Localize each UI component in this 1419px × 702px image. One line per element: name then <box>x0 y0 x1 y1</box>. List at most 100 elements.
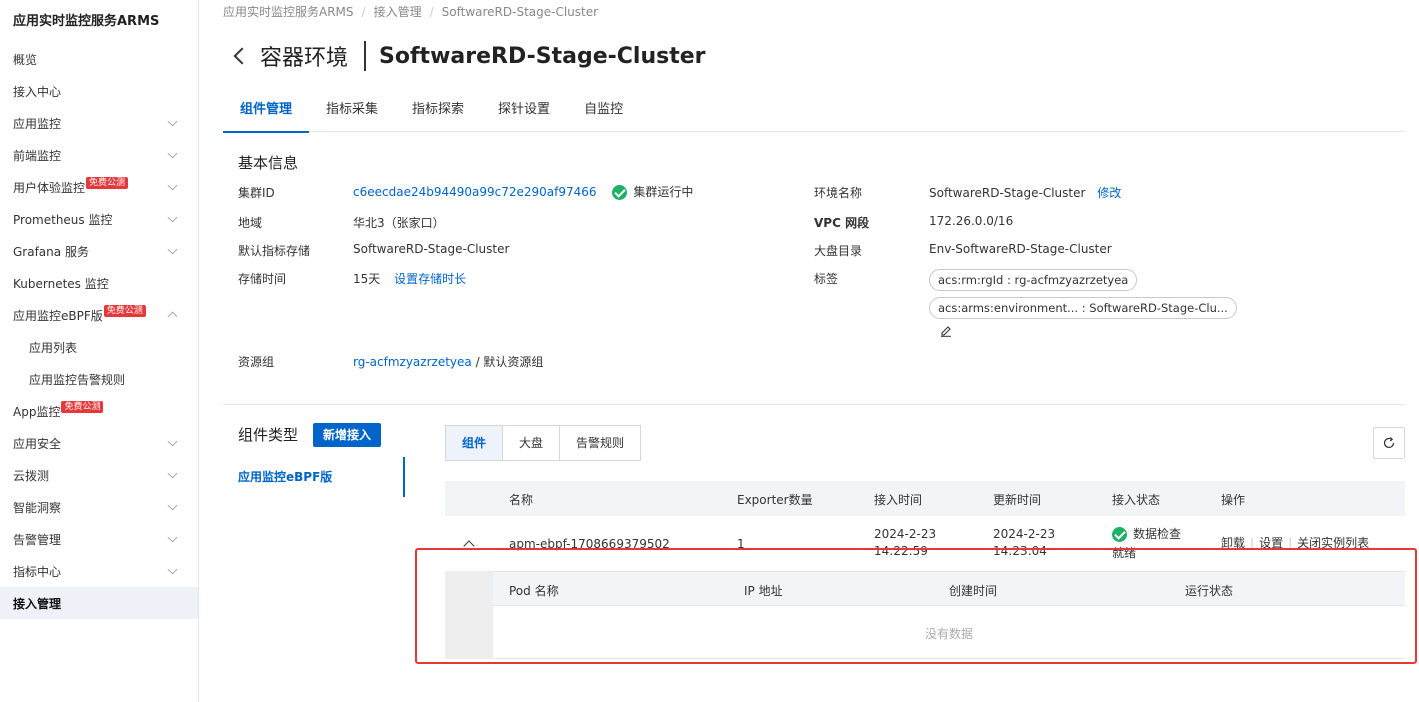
sidebar-item[interactable]: Prometheus 监控 <box>0 203 198 235</box>
uninstall-link[interactable]: 卸载 <box>1221 536 1245 550</box>
sidebar-item[interactable]: 用户体验监控 免费公测 <box>0 171 198 203</box>
sidebar-item-label: 告警管理 <box>13 532 62 547</box>
default-storage-label: 默认指标存储 <box>238 244 311 258</box>
chevron-down-icon <box>167 500 178 511</box>
tags-label: 标签 <box>814 272 839 286</box>
col-access-status: 接入状态 <box>1112 493 1161 507</box>
close-instance-list-link[interactable]: 关闭实例列表 <box>1297 536 1369 550</box>
nav-item-ebpf[interactable]: 应用监控eBPF版 <box>238 468 332 485</box>
sidebar-item[interactable]: 指标中心 <box>0 555 198 587</box>
segment-alert-rules[interactable]: 告警规则 <box>560 426 641 460</box>
sidebar-item-label: 应用监控eBPF版 <box>13 308 103 323</box>
cluster-title: SoftwareRD-Stage-Cluster <box>379 43 706 69</box>
sidebar-item[interactable]: 概览 <box>0 43 198 75</box>
segment-dashboard[interactable]: 大盘 <box>503 426 561 460</box>
check-circle-icon <box>612 185 628 200</box>
default-storage-link[interactable]: SoftwareRD-Stage-Cluster <box>353 242 509 256</box>
table-row: apm-ebpf-1708669379502 1 2024-2-23 14:22… <box>509 527 1370 560</box>
sidebar-item[interactable]: 告警管理 <box>0 523 198 555</box>
sub-table-gutter <box>445 571 493 659</box>
tab-metric-collection[interactable]: 指标采集 <box>309 94 395 132</box>
table-header: 名称 Exporter数量 接入时间 更新时间 接入状态 操作 <box>445 481 1405 516</box>
basic-info-title: 基本信息 <box>238 154 299 172</box>
empty-state: 没有数据 <box>924 627 973 641</box>
chevron-down-icon <box>167 148 178 159</box>
tab-metric-explore[interactable]: 指标探索 <box>395 94 481 132</box>
col-access-time: 接入时间 <box>874 493 923 507</box>
refresh-icon <box>1383 437 1395 449</box>
sidebar-item[interactable]: 应用监控eBPF版 免费公测 <box>0 299 198 331</box>
region-value: 华北3（张家口） <box>353 216 445 230</box>
sidebar-item[interactable]: 应用监控 <box>0 107 198 139</box>
chevron-down-icon <box>167 212 178 223</box>
dashboard-link[interactable]: Env-SoftwareRD-Stage-Cluster <box>929 242 1112 256</box>
sidebar-item-label: 指标中心 <box>13 564 62 579</box>
page-title: 容器环境 <box>260 46 349 71</box>
cluster-id-link[interactable]: c6eecdae24b94490a99c72e290af97466 <box>353 185 597 199</box>
sidebar-item[interactable]: 前端监控 <box>0 139 198 171</box>
sidebar-item[interactable]: 云拨测 <box>0 459 198 491</box>
title-divider <box>364 41 367 71</box>
sidebar-item-label: 云拨测 <box>13 468 50 483</box>
section-divider <box>223 404 1405 405</box>
sidebar-item-label: 应用监控 <box>13 116 62 131</box>
env-name-label: 环境名称 <box>814 186 863 200</box>
sub-table-body: 没有数据 <box>493 606 1405 659</box>
row-update-time: 14:23:04 <box>993 544 1047 558</box>
sidebar-item[interactable]: 应用安全 <box>0 427 198 459</box>
settings-link[interactable]: 设置 <box>1259 536 1283 550</box>
tab-component-management[interactable]: 组件管理 <box>223 94 310 133</box>
row-status-line1: 数据检查 <box>1133 527 1182 541</box>
sidebar-item[interactable]: 应用列表 <box>0 331 198 363</box>
sidebar-item-label: 用户体验监控 <box>13 180 86 195</box>
component-type-title: 组件类型 <box>238 426 299 444</box>
sidebar-item-label: Prometheus 监控 <box>13 212 113 227</box>
sidebar-item[interactable]: 接入管理 <box>0 587 198 619</box>
breadcrumb: 应用实时监控服务ARMS / 接入管理 / SoftwareRD-Stage-Clust… <box>223 5 599 19</box>
sidebar-item[interactable]: 智能洞察 <box>0 491 198 523</box>
breadcrumb-item-access[interactable]: 接入管理 <box>374 5 422 19</box>
free-beta-badge: 免费公测 <box>86 177 129 189</box>
col-exporter-count: Exporter数量 <box>737 493 813 507</box>
tab-self-monitor[interactable]: 自监控 <box>567 94 640 132</box>
page-header: 容器环境 SoftwareRD-Stage-Cluster <box>230 40 705 72</box>
tag-resource-group: acs:rm:rgId : rg-acfmzyazrzetyea <box>929 269 1138 291</box>
chevron-down-icon <box>167 532 178 543</box>
resource-group-link[interactable]: rg-acfmzyazrzetyea <box>353 355 472 369</box>
sidebar-item-label: Kubernetes 监控 <box>13 276 109 291</box>
set-retention-link[interactable]: 设置存储时长 <box>394 272 466 286</box>
row-exporter-count: 1 <box>737 537 745 551</box>
sidebar-item[interactable]: Grafana 服务 <box>0 235 198 267</box>
breadcrumb-item-arms[interactable]: 应用实时监控服务ARMS <box>223 5 354 19</box>
col-pod-name: Pod 名称 <box>509 584 559 598</box>
col-ip-address: IP 地址 <box>744 584 783 598</box>
tab-probe-settings[interactable]: 探针设置 <box>481 94 567 132</box>
chevron-down-icon <box>167 468 178 479</box>
free-beta-badge: 免费公测 <box>61 401 104 413</box>
sidebar-item[interactable]: Kubernetes 监控 <box>0 267 198 299</box>
edit-env-name-link[interactable]: 修改 <box>1097 186 1121 200</box>
segment-components[interactable]: 组件 <box>446 426 504 460</box>
sidebar-item-label: App监控 <box>13 404 61 419</box>
edit-tags-icon[interactable] <box>939 323 953 337</box>
vpc-value: 172.26.0.0/16 <box>929 214 1014 228</box>
sidebar-item-label: 智能洞察 <box>13 500 62 515</box>
sidebar-item-label: 前端监控 <box>13 148 62 163</box>
col-run-status: 运行状态 <box>1185 584 1234 598</box>
col-update-time: 更新时间 <box>993 493 1042 507</box>
tag-environment: acs:arms:environment... : SoftwareRD-Sta… <box>929 297 1237 319</box>
sidebar-item[interactable]: 接入中心 <box>0 75 198 107</box>
col-created-time: 创建时间 <box>949 584 998 598</box>
sidebar-item[interactable]: 应用监控告警规则 <box>0 363 198 395</box>
row-access-time: 14:22:59 <box>874 544 928 558</box>
breadcrumb-item-cluster: SoftwareRD-Stage-Cluster <box>441 5 599 19</box>
add-access-button[interactable]: 新增接入 <box>313 423 381 447</box>
sidebar-item[interactable]: App监控 免费公测 <box>0 395 198 427</box>
sidebar-item-label: 接入中心 <box>13 84 62 99</box>
refresh-button[interactable] <box>1373 427 1405 459</box>
resource-group-label: 资源组 <box>238 355 275 369</box>
dashboard-label: 大盘目录 <box>814 244 863 258</box>
free-beta-badge: 免费公测 <box>103 305 146 317</box>
back-arrow-icon[interactable] <box>233 47 251 65</box>
region-label: 地域 <box>238 216 263 230</box>
